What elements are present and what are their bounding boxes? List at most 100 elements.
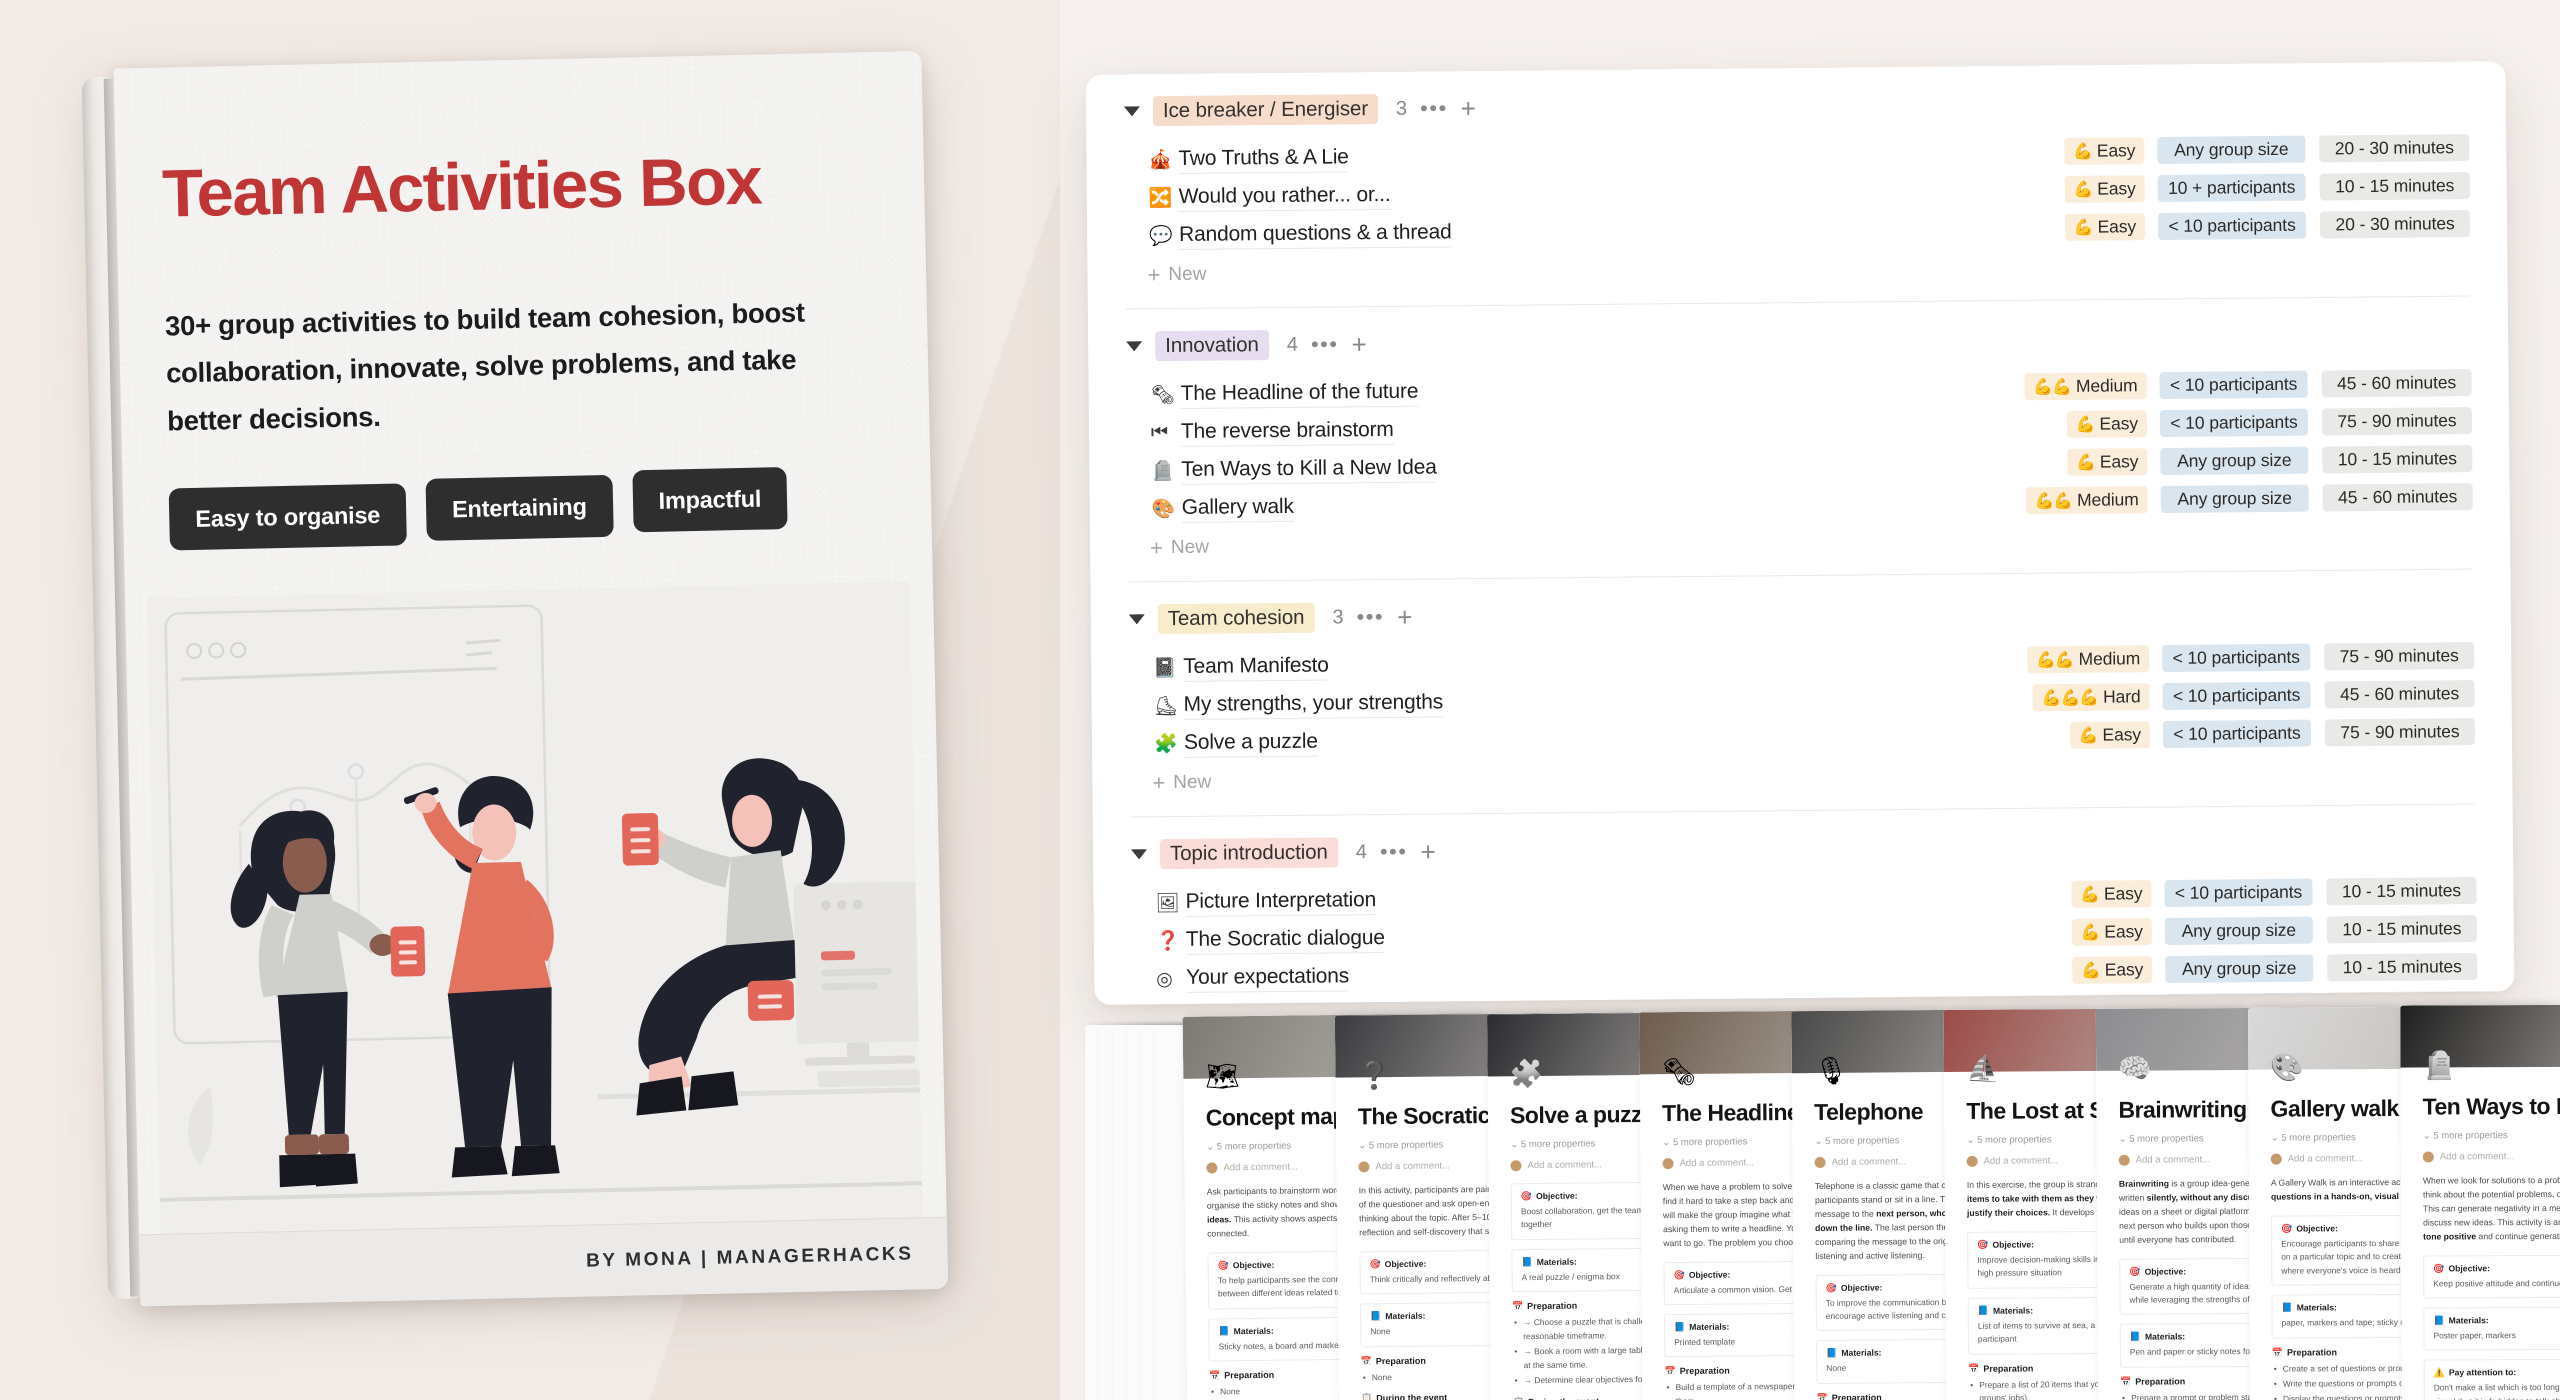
row-title[interactable]: The Socratic dialogue [1185,925,1385,955]
activity-card-fan: 🗺 Concept map ⌄ 5 more properties Add a com… [1085,1004,2560,1400]
new-row-label: New [1173,771,1212,794]
row-title[interactable]: Ten Ways to Kill a New Idea [1181,454,1437,485]
duration-tag[interactable]: 10 - 15 minutes [2319,172,2470,201]
duration-tag[interactable]: 10 - 15 minutes [2322,445,2473,474]
card-emoji-icon: 🧩 [1509,1058,1544,1089]
database-group: Team cohesion 3 ••• + 📓 Team Manifesto 💪💪 Medi… [1090,569,2512,818]
row-title[interactable]: Solve a puzzle [1183,729,1318,758]
warning-icon: ⚠️ [2433,1368,2445,1379]
row-emoji-icon: 🪦 [1151,460,1176,483]
difficulty-tag[interactable]: 💪 Easy [2064,137,2145,165]
card-emoji-icon: 🎨 [2270,1052,2305,1083]
collapse-caret-icon[interactable] [1126,341,1143,352]
row-title[interactable]: Two Truths & A Lie [1178,144,1349,174]
target-icon: 🎯 [2129,1266,2141,1277]
database-group: Topic introduction 4 ••• + 🖼 Picture Interpre… [1093,804,2515,1005]
add-row-icon[interactable]: + [1397,602,1412,632]
difficulty-tag[interactable]: 💪 Easy [2067,448,2148,476]
card-emoji-icon: 🧠 [2118,1053,2152,1084]
group-size-tag[interactable]: < 10 participants [2164,878,2313,908]
difficulty-tag[interactable]: 💪 Easy [2071,880,2152,908]
book-icon: 📘 [2129,1331,2142,1342]
difficulty-tag[interactable]: 💪💪💪 Hard [2032,683,2150,712]
avatar [1510,1159,1522,1171]
group-tag[interactable]: Topic introduction [1159,837,1338,870]
row-title[interactable]: Would you rather... or... [1178,182,1391,212]
duration-tag[interactable]: 75 - 90 minutes [2321,407,2473,436]
row-title[interactable]: The reverse brainstorm [1180,417,1394,447]
add-comment-field[interactable]: Add a comment... [2422,1151,2560,1163]
duration-tag[interactable]: 45 - 60 minutes [2324,680,2475,709]
book-icon: 📘 [2281,1302,2293,1313]
group-size-tag[interactable]: Any group size [2160,446,2309,476]
database-group: Innovation 4 ••• + 🗞 The Headline of the futu… [1088,296,2511,583]
collapse-caret-icon[interactable] [1128,614,1145,625]
card-cover-photo: 🪦 [2400,1004,2560,1081]
group-size-tag[interactable]: < 10 participants [2162,643,2311,673]
duration-tag[interactable]: 45 - 60 minutes [2321,369,2472,398]
add-row-icon[interactable]: + [1420,837,1435,867]
difficulty-tag[interactable]: 💪💪 Medium [2026,645,2150,674]
collapse-caret-icon[interactable] [1123,106,1140,117]
group-tag[interactable]: Team cohesion [1157,602,1315,635]
difficulty-tag[interactable]: 💪 Easy [2071,918,2152,946]
duration-tag[interactable]: 20 - 30 minutes [2319,210,2471,239]
group-tag[interactable]: Ice breaker / Energiser [1152,94,1379,127]
difficulty-tag[interactable]: 💪 Easy [2066,410,2148,438]
duration-tag[interactable]: 10 - 15 minutes [2326,915,2477,944]
duration-tag[interactable]: 20 - 30 minutes [2319,134,2470,163]
row-title[interactable]: My strengths, your strengths [1183,689,1444,720]
group-tag[interactable]: Innovation [1155,330,1269,362]
difficulty-tag[interactable]: 💪💪 Medium [2024,372,2147,401]
avatar [2118,1154,2130,1166]
more-options-icon[interactable]: ••• [1311,331,1339,356]
collapse-caret-icon[interactable] [1131,849,1148,860]
calendar-icon: 📅 [2271,1346,2283,1357]
row-title[interactable]: The Headline of the future [1180,379,1419,409]
more-properties-toggle[interactable]: ⌄ 5 more properties [2423,1130,2560,1142]
row-emoji-icon: 🎪 [1148,150,1173,172]
duration-tag[interactable]: 75 - 90 minutes [2324,718,2476,747]
add-row-icon[interactable]: + [1461,93,1476,123]
duration-tag[interactable]: 10 - 15 minutes [2327,953,2478,982]
avatar [2422,1151,2434,1163]
add-row-icon[interactable]: + [1351,329,1366,359]
group-size-tag[interactable]: < 10 participants [2162,719,2312,749]
row-title[interactable]: Random questions & a thread [1178,219,1452,250]
difficulty-tag[interactable]: 💪 Easy [2071,956,2153,984]
group-size-tag[interactable]: Any group size [2164,916,2313,946]
calendar-icon: 📅 [2119,1376,2132,1387]
book-icon: 📘 [1674,1322,1686,1333]
duration-tag[interactable]: 10 - 15 minutes [2326,877,2477,906]
row-tags: 💪💪 Medium Any group size 45 - 60 minutes [1980,483,2474,515]
difficulty-tag[interactable]: 💪 Easy [2064,175,2145,203]
row-title[interactable]: Your expectations [1186,963,1350,993]
group-size-tag[interactable]: Any group size [2165,954,2314,984]
row-title[interactable]: Picture Interpretation [1185,887,1377,917]
group-size-tag[interactable]: < 10 participants [2162,681,2311,711]
difficulty-tag[interactable]: 💪💪 Medium [2025,486,2148,515]
notion-database-panel: Ice breaker / Energiser 3 ••• + 🎪 Two Truths … [1085,61,2515,1005]
difficulty-tag[interactable]: 💪 Easy [2064,213,2146,241]
group-size-tag[interactable]: 10 + participants [2157,173,2306,203]
avatar [2270,1153,2282,1165]
materials-callout: 📘 Materials: Poster paper, markers [2423,1306,2560,1352]
group-size-tag[interactable]: < 10 participants [2159,408,2309,438]
row-title[interactable]: Team Manifesto [1183,653,1329,682]
group-size-tag[interactable]: < 10 participants [2159,370,2308,400]
difficulty-tag[interactable]: 💪 Easy [2069,721,2151,749]
more-options-icon[interactable]: ••• [1356,604,1384,629]
activity-card[interactable]: 🪦 Ten Ways to Kill a New Idea ⌄ 5 more pro… [2400,1004,2560,1400]
group-size-tag[interactable]: Any group size [2157,135,2306,165]
row-emoji-icon: ◎ [1156,968,1173,990]
group-size-tag[interactable]: Any group size [2160,484,2309,514]
more-options-icon[interactable]: ••• [1420,95,1448,120]
row-emoji-icon: 🗞 [1150,384,1175,407]
row-tags: 💪 Easy 10 + participants 10 - 15 minutes [1977,172,2471,204]
duration-tag[interactable]: 75 - 90 minutes [2324,642,2475,671]
row-title[interactable]: Gallery walk [1181,494,1294,523]
duration-tag[interactable]: 45 - 60 minutes [2322,483,2473,512]
more-options-icon[interactable]: ••• [1380,839,1408,864]
row-tags: 💪 Easy < 10 participants 20 - 30 minutes [1977,210,2471,242]
group-size-tag[interactable]: < 10 participants [2157,211,2307,241]
